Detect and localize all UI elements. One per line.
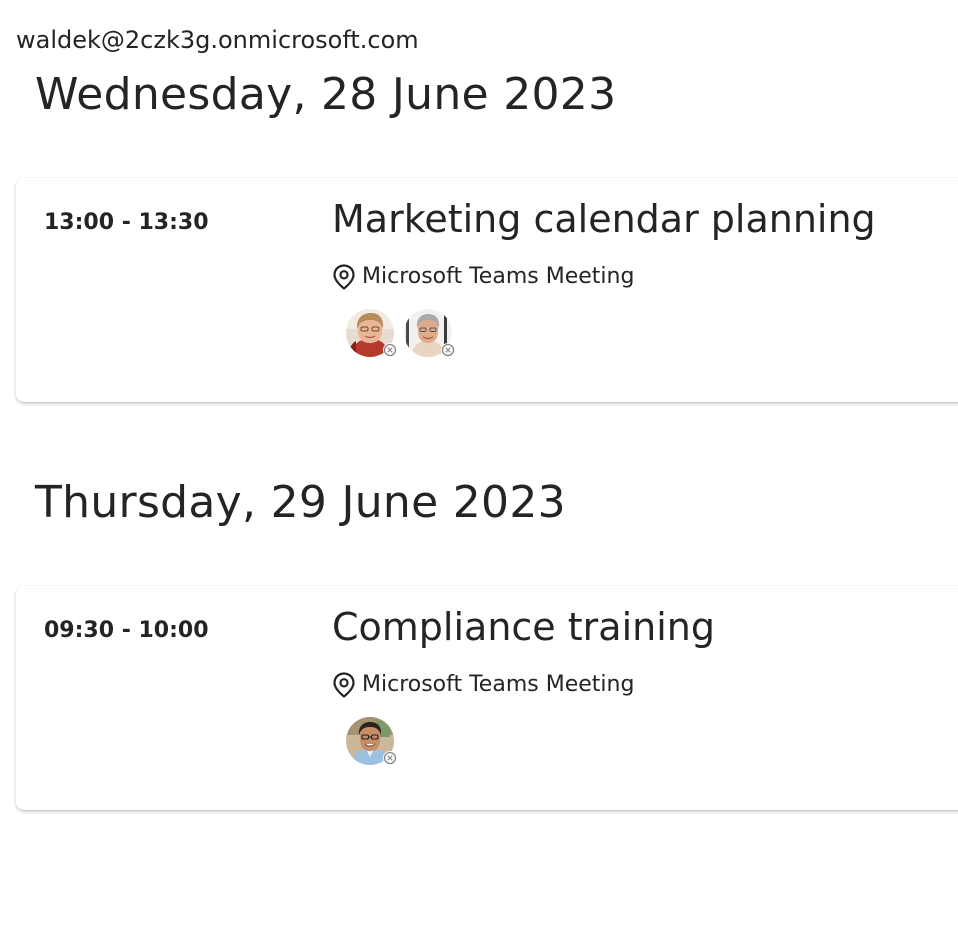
event-card[interactable]: 13:00 - 13:30 Marketing calendar plannin… [16,178,958,402]
day-heading: Thursday, 29 June 2023 [35,477,566,528]
user-email: waldek@2czk3g.onmicrosoft.com [16,26,419,54]
attendee-list [346,717,397,765]
presence-offline-icon [383,343,397,357]
event-location: Microsoft Teams Meeting [332,262,634,292]
event-time: 09:30 - 10:00 [44,618,209,643]
event-title[interactable]: Compliance training [332,602,715,652]
attendee-avatar[interactable] [346,717,397,765]
attendee-list [346,309,455,357]
day-heading: Wednesday, 28 June 2023 [35,69,617,120]
event-location: Microsoft Teams Meeting [332,670,634,700]
location-pin-icon [332,264,356,290]
presence-offline-icon [441,343,455,357]
location-label: Microsoft Teams Meeting [362,264,635,289]
event-time: 13:00 - 13:30 [44,210,209,235]
attendee-avatar[interactable] [346,309,397,357]
event-title[interactable]: Marketing calendar planning [332,194,876,244]
location-pin-icon [332,672,356,698]
presence-offline-icon [383,751,397,765]
attendee-avatar[interactable] [404,309,455,357]
location-label: Microsoft Teams Meeting [362,672,635,697]
event-card[interactable]: 09:30 - 10:00 Compliance training Micros… [16,586,958,810]
